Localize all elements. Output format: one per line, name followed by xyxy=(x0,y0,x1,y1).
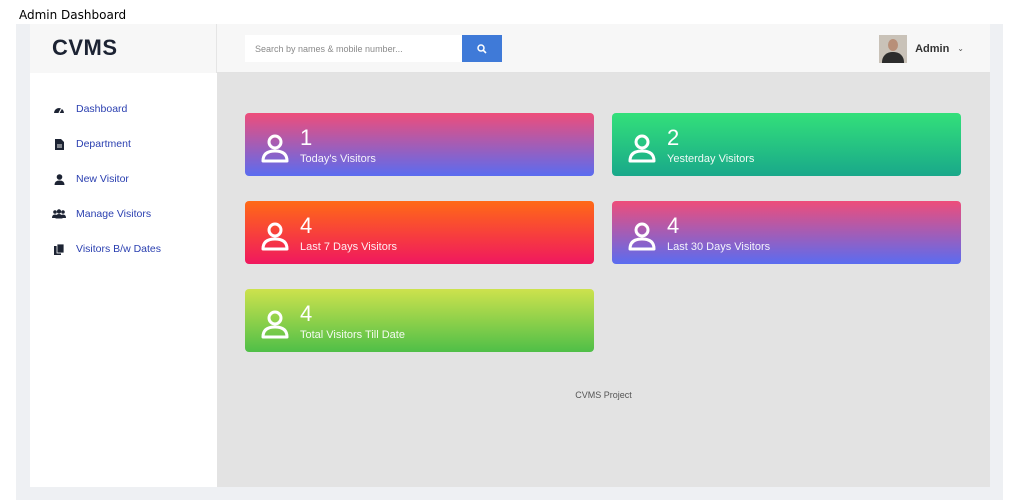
search-input[interactable] xyxy=(245,35,462,62)
sidebar-item-manage-visitors[interactable]: Manage Visitors xyxy=(52,208,151,220)
stat-card-total[interactable]: 4 Total Visitors Till Date xyxy=(245,289,594,352)
sidebar-item-visitors-bw-dates[interactable]: Visitors B/w Dates xyxy=(52,243,161,255)
stat-card-today[interactable]: 1 Today's Visitors xyxy=(245,113,594,176)
search-bar xyxy=(245,35,503,62)
avatar xyxy=(879,34,908,63)
user-outline-icon xyxy=(261,310,289,339)
copy-icon xyxy=(52,243,66,255)
sidebar: Dashboard Department New Visitor Manage … xyxy=(30,73,217,487)
brand-text: CVMS xyxy=(52,35,118,60)
sidebar-item-department[interactable]: Department xyxy=(52,138,131,150)
stat-card-last-30-days[interactable]: 4 Last 30 Days Visitors xyxy=(612,201,961,264)
sidebar-item-label: Manage Visitors xyxy=(76,208,152,220)
stat-card-yesterday[interactable]: 2 Yesterday Visitors xyxy=(612,113,961,176)
page-caption: Admin Dashboard xyxy=(19,8,127,22)
user-name: Admin xyxy=(915,42,950,55)
user-menu[interactable]: Admin ⌄ xyxy=(879,34,964,63)
stat-value: 1 xyxy=(300,125,313,150)
stat-label: Today's Visitors xyxy=(300,153,376,165)
top-bar: CVMS Admin ⌄ xyxy=(30,24,990,73)
footer-text: CVMS Project xyxy=(575,390,632,400)
stat-value: 4 xyxy=(667,213,680,238)
stat-value: 4 xyxy=(300,301,313,326)
sidebar-item-label: Dashboard xyxy=(76,103,128,115)
stat-value: 4 xyxy=(300,213,313,238)
user-outline-icon xyxy=(628,134,656,163)
brand-logo[interactable]: CVMS xyxy=(30,24,217,73)
sidebar-item-label: New Visitor xyxy=(76,173,129,185)
sidebar-item-label: Visitors B/w Dates xyxy=(76,243,161,255)
search-button[interactable] xyxy=(462,35,502,62)
search-icon xyxy=(477,43,487,54)
stat-card-last-7-days[interactable]: 4 Last 7 Days Visitors xyxy=(245,201,594,264)
sidebar-item-label: Department xyxy=(76,138,131,150)
user-outline-icon xyxy=(628,222,656,251)
file-icon xyxy=(52,138,66,150)
stat-label: Yesterday Visitors xyxy=(667,153,755,165)
main-content: 1 Today's Visitors 2 Yesterday Visitors … xyxy=(217,73,990,487)
sidebar-item-new-visitor[interactable]: New Visitor xyxy=(52,173,129,185)
stat-label: Total Visitors Till Date xyxy=(300,329,405,341)
user-outline-icon xyxy=(261,222,289,251)
user-outline-icon xyxy=(261,134,289,163)
sidebar-item-dashboard[interactable]: Dashboard xyxy=(52,103,127,115)
app-frame: CVMS Admin ⌄ Dashboard xyxy=(16,24,1003,500)
stat-label: Last 7 Days Visitors xyxy=(300,241,398,253)
dashboard-icon xyxy=(52,103,66,115)
user-icon xyxy=(52,173,66,185)
chevron-down-icon: ⌄ xyxy=(957,44,964,53)
stat-label: Last 30 Days Visitors xyxy=(667,241,771,253)
stat-value: 2 xyxy=(667,125,680,150)
users-icon xyxy=(52,208,66,220)
